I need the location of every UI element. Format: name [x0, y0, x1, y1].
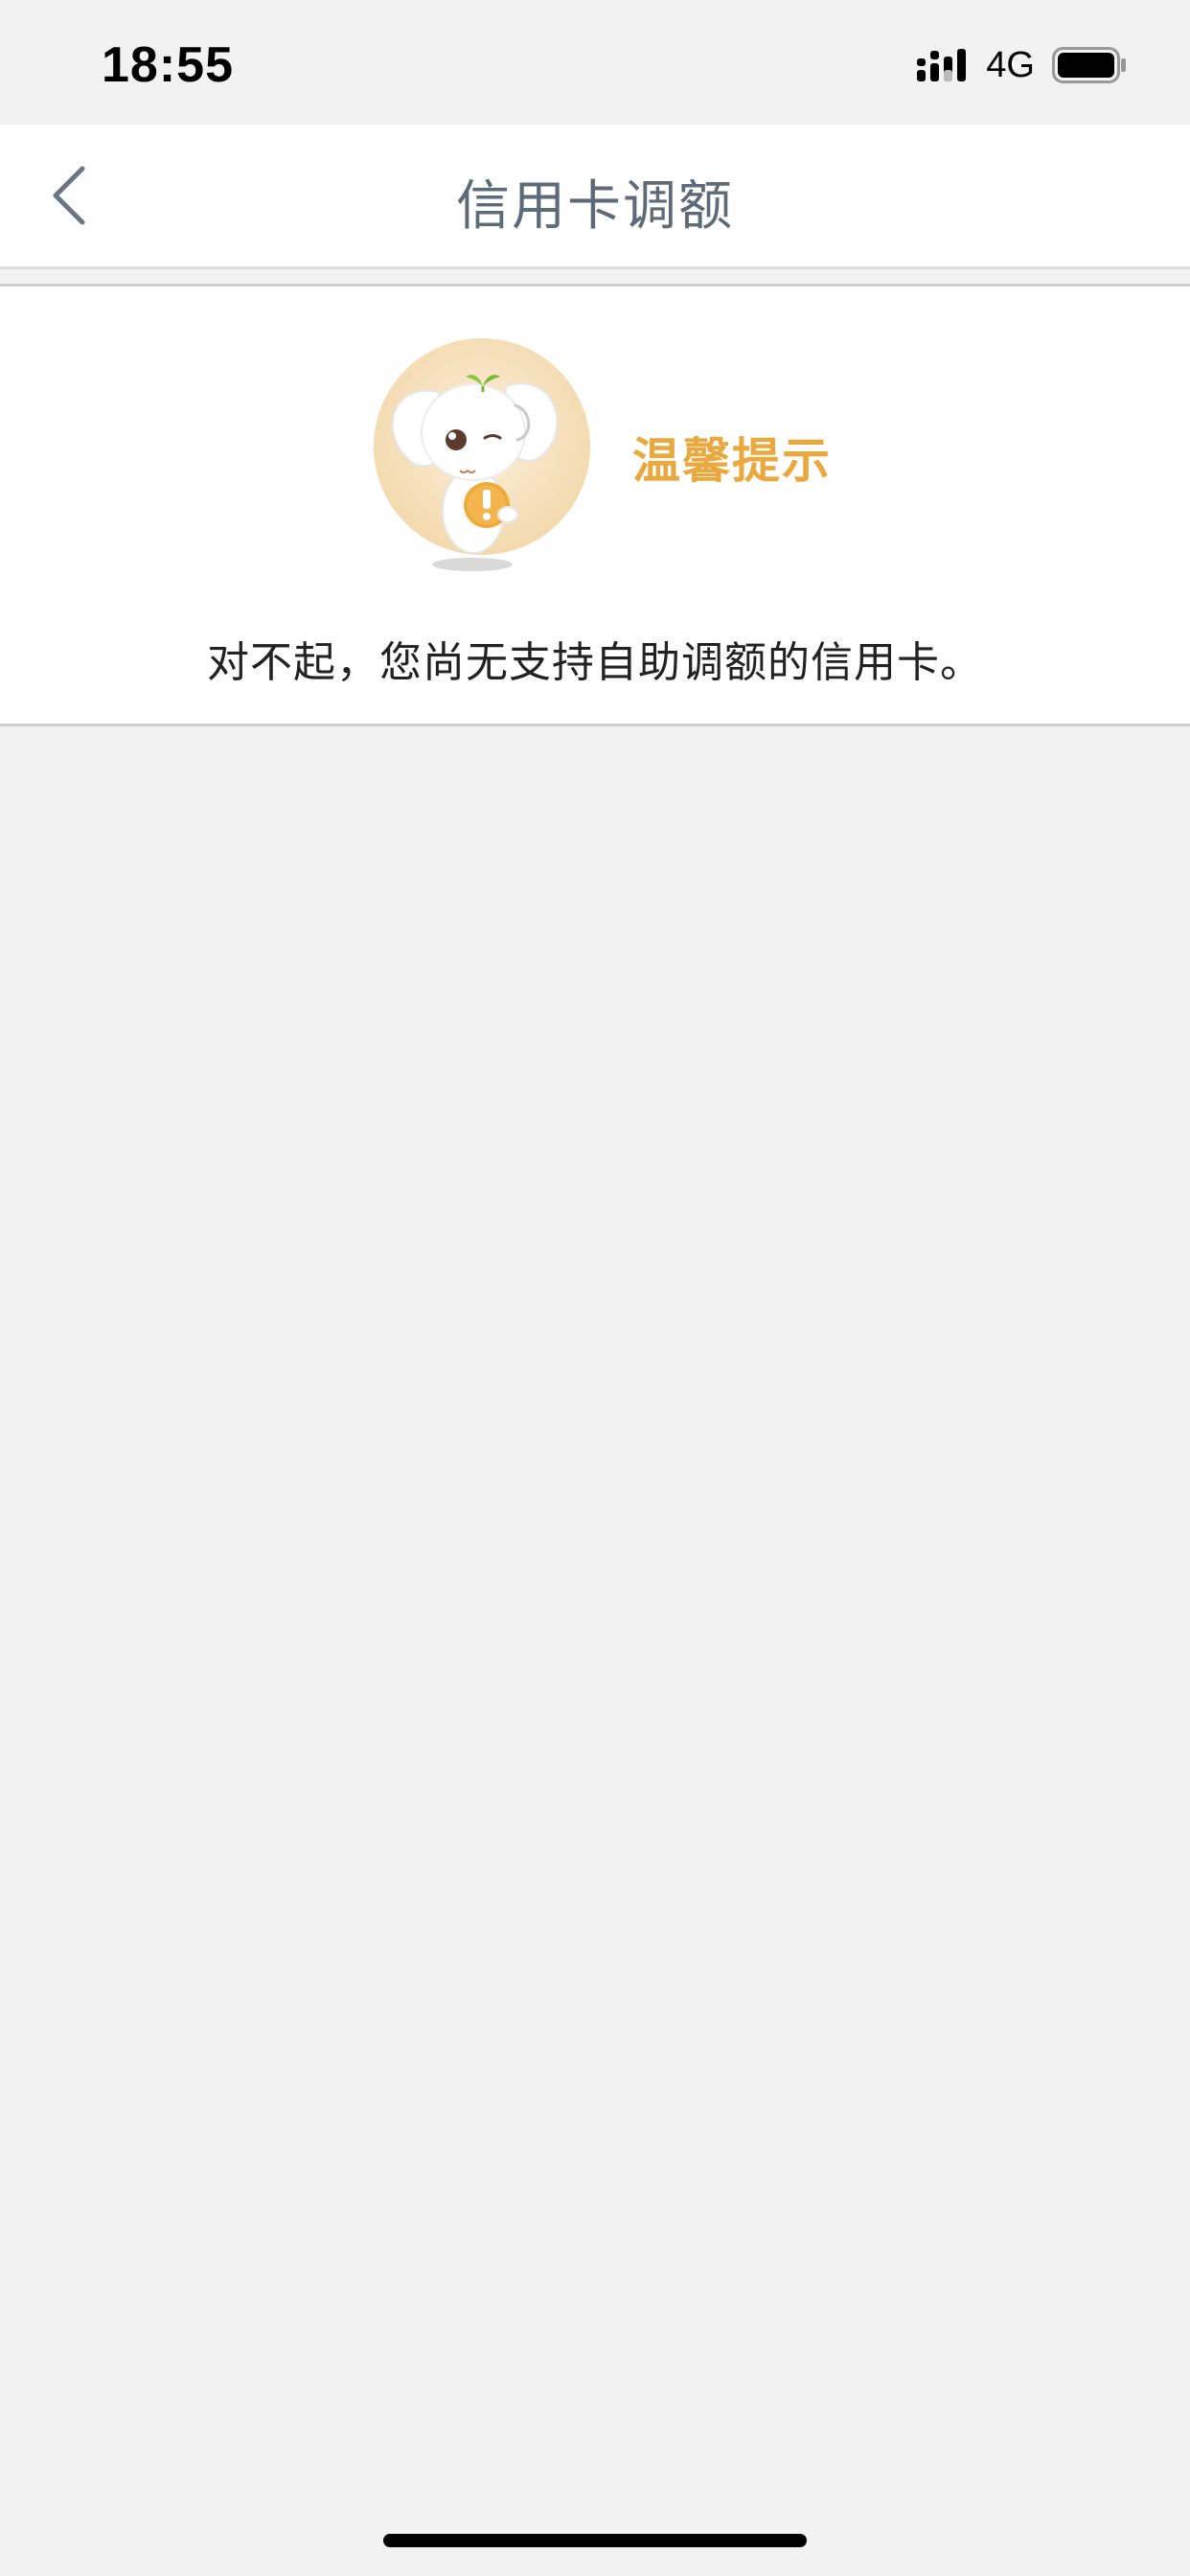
page-title: 信用卡调额: [456, 175, 734, 238]
notice-card: 温馨提示 对不起，您尚无支持自助调额的信用卡。: [0, 284, 1190, 726]
network-label: 4G: [986, 44, 1035, 85]
signal-icon: [917, 49, 967, 81]
elephant-mascot-icon: [374, 338, 590, 571]
status-bar: 18:55 4G: [0, 0, 1190, 125]
status-indicators: 4G: [917, 44, 1129, 86]
home-indicator[interactable]: [383, 2534, 807, 2547]
status-time: 18:55: [102, 37, 234, 93]
battery-icon: [1052, 47, 1126, 83]
nav-header: 信用卡调额: [0, 125, 1190, 269]
notice-message: 对不起，您尚无支持自助调额的信用卡。: [207, 638, 983, 687]
notice-heading: 温馨提示: [632, 433, 832, 489]
